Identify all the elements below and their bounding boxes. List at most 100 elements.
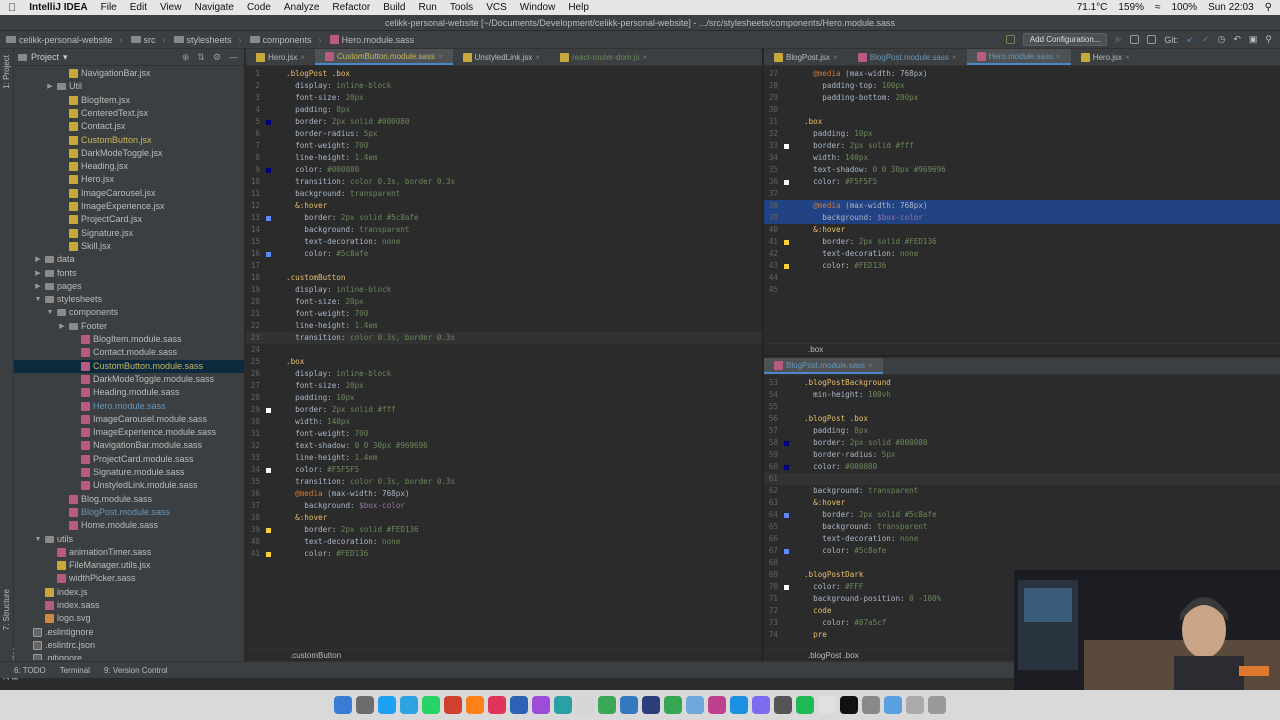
dock-app-icon[interactable] (928, 696, 946, 714)
menu-code[interactable]: Code (247, 2, 271, 13)
breadcrumb-item[interactable]: celikk-personal-website › (6, 35, 123, 45)
code-line[interactable]: 19 display: inline-block (246, 284, 762, 296)
code-line[interactable]: 21 font-weight: 700 (246, 308, 762, 320)
code-line[interactable]: 34 width: 140px (764, 152, 1280, 164)
tree-item[interactable]: ▼ utils (14, 533, 244, 546)
expand-arrow-icon[interactable]: ▼ (46, 306, 54, 319)
code-line[interactable]: 55 (764, 401, 1280, 413)
code-line[interactable]: 30 (764, 104, 1280, 116)
dock-app-icon[interactable] (796, 696, 814, 714)
code-line[interactable]: 16 color: #5c8afe (246, 248, 762, 260)
tree-item[interactable]: ▶ data (14, 253, 244, 266)
code-line[interactable]: 35 text-shadow: 0 0 30px #969696 (764, 164, 1280, 176)
tree-item[interactable]: ▼ components (14, 306, 244, 319)
code-line[interactable]: 26 display: inline-block (246, 368, 762, 380)
dock-app-icon[interactable] (620, 696, 638, 714)
code-line[interactable]: 37 (764, 188, 1280, 200)
tree-item[interactable]: Heading.jsx (14, 160, 244, 173)
expand-arrow-icon[interactable]: ▼ (34, 533, 42, 546)
dock-app-icon[interactable] (378, 696, 396, 714)
menu-file[interactable]: File (101, 2, 117, 13)
dock-app-icon[interactable] (400, 696, 418, 714)
tree-item[interactable]: ▶ Footer (14, 320, 244, 333)
tree-item[interactable]: NavigationBar.module.sass (14, 439, 244, 452)
tab-blogpost-module-sass[interactable]: BlogPost.module.sass × (764, 358, 883, 374)
tree-item[interactable]: ProjectCard.module.sass (14, 453, 244, 466)
code-line[interactable]: 37 background: $box-color (246, 500, 762, 512)
code-line[interactable]: 38 @media (max-width: 768px) (764, 200, 1280, 212)
code-line[interactable]: 42 text-decoration: none (764, 248, 1280, 260)
tree-item[interactable]: Skill.jsx (14, 240, 244, 253)
tool-window-terminal[interactable]: Terminal (60, 666, 90, 675)
code-line[interactable]: 23 transition: color 0.3s, border 0.3s (246, 332, 762, 344)
tree-item[interactable]: .eslintignore (14, 626, 244, 639)
dock-app-icon[interactable] (554, 696, 572, 714)
code-line[interactable]: 61 (764, 473, 1280, 485)
tree-item[interactable]: DarkModeToggle.jsx (14, 147, 244, 160)
editor-tab[interactable]: react-router-dom.js × (550, 49, 657, 65)
code-line[interactable]: 56 .blogPost .box (764, 413, 1280, 425)
close-icon[interactable]: × (438, 49, 443, 65)
project-title[interactable]: Project (31, 52, 59, 62)
code-line[interactable]: 29 padding-bottom: 200px (764, 92, 1280, 104)
code-line[interactable]: 17 (246, 260, 762, 272)
tree-item[interactable]: index.sass (14, 599, 244, 612)
clock[interactable]: Sun 22:03 (1208, 2, 1254, 13)
code-line[interactable]: 62 background: transparent (764, 485, 1280, 497)
breadcrumb-item[interactable]: Hero.module.sass (329, 35, 414, 45)
expand-arrow-icon[interactable]: ▶ (46, 80, 54, 93)
menu-tools[interactable]: Tools (450, 2, 473, 13)
run-icon[interactable]: ▶ (1115, 34, 1122, 45)
code-line[interactable]: 3 font-size: 20px (246, 92, 762, 104)
menu-navigate[interactable]: Navigate (194, 2, 233, 13)
code-line[interactable]: 25 .box (246, 356, 762, 368)
breadcrumb-item[interactable]: components › (249, 35, 322, 45)
tree-item[interactable]: ▶ fonts (14, 267, 244, 280)
app-menu[interactable]: IntelliJ IDEA (29, 2, 87, 13)
code-line[interactable]: 53 .blogPostBackground (764, 377, 1280, 389)
hide-icon[interactable]: — (229, 52, 238, 63)
expand-arrow-icon[interactable]: ▶ (58, 320, 66, 333)
close-icon[interactable]: × (868, 358, 873, 374)
tree-item[interactable]: ▼ stylesheets (14, 293, 244, 306)
code-line[interactable]: 5 border: 2px solid #000080 (246, 116, 762, 128)
editor-tab[interactable]: BlogPost.jsx × (764, 49, 848, 65)
menu-run[interactable]: Run (418, 2, 436, 13)
stop-icon[interactable] (1147, 35, 1157, 44)
code-line[interactable]: 41 color: #FED136 (246, 548, 762, 560)
menu-window[interactable]: Window (520, 2, 556, 13)
code-line[interactable]: 39 background: $box-color (764, 212, 1280, 224)
code-line[interactable]: 11 background: transparent (246, 188, 762, 200)
code-line[interactable]: 15 text-decoration: none (246, 236, 762, 248)
expand-arrow-icon[interactable]: ▶ (34, 253, 42, 266)
expand-arrow-icon[interactable]: ▼ (34, 293, 42, 306)
code-line[interactable]: 40 text-decoration: none (246, 536, 762, 548)
menu-analyze[interactable]: Analyze (284, 2, 320, 13)
expand-arrow-icon[interactable]: ▶ (34, 267, 42, 280)
editor-tab[interactable]: Hero.jsx × (1071, 49, 1140, 65)
code-line[interactable]: 22 line-height: 1.4em (246, 320, 762, 332)
wifi-icon[interactable]: ≈ (1155, 2, 1161, 13)
tree-item[interactable]: Signature.module.sass (14, 466, 244, 479)
tree-item[interactable]: ProjectCard.jsx (14, 213, 244, 226)
code-line[interactable]: 7 font-weight: 700 (246, 140, 762, 152)
code-line[interactable]: 43 color: #FED136 (764, 260, 1280, 272)
code-line[interactable]: 4 padding: 8px (246, 104, 762, 116)
menu-view[interactable]: View (160, 2, 182, 13)
code-line[interactable]: 45 (764, 284, 1280, 296)
add-configuration-button[interactable]: Add Configuration... (1022, 33, 1108, 46)
code-line[interactable]: 65 background: transparent (764, 521, 1280, 533)
code-line[interactable]: 27 font-size: 20px (246, 380, 762, 392)
dock-app-icon[interactable] (422, 696, 440, 714)
code-line[interactable]: 32 padding: 10px (764, 128, 1280, 140)
menu-refactor[interactable]: Refactor (332, 2, 370, 13)
dock-app-icon[interactable] (334, 696, 352, 714)
tree-item[interactable]: Hero.module.sass (14, 400, 244, 413)
code-area-left[interactable]: 1 .blogPost .box 2 display: inline-block 3 … (246, 66, 762, 646)
dock-app-icon[interactable] (752, 696, 770, 714)
gear-icon[interactable]: ⚙ (213, 52, 221, 63)
expand-arrow-icon[interactable]: ▶ (34, 280, 42, 293)
close-icon[interactable]: × (1056, 49, 1061, 65)
editor-tab[interactable]: CustomButton.module.sass × (315, 49, 453, 65)
dock-app-icon[interactable] (730, 696, 748, 714)
